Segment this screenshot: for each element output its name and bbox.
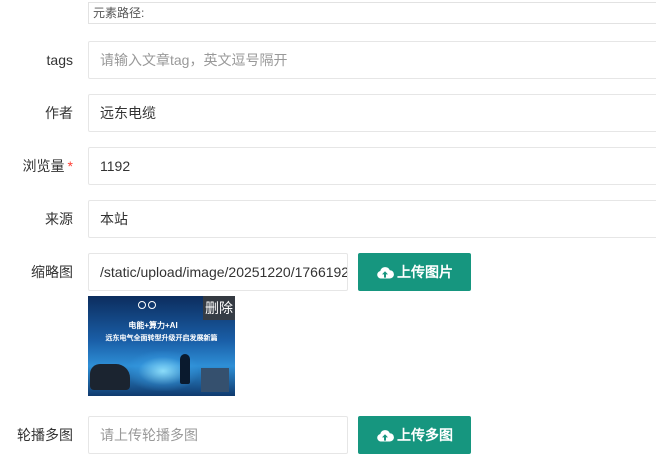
preview-title-2: 远东电气全面转型升级开启发展新篇 (105, 335, 218, 342)
source-input[interactable]: 本站 (88, 200, 656, 238)
tags-placeholder: 请输入文章tag，英文逗号隔开 (100, 52, 288, 68)
cloud-upload-icon (377, 430, 394, 442)
preview-car (90, 364, 130, 390)
tags-input[interactable]: 请输入文章tag，英文逗号隔开 (88, 41, 656, 79)
upload-multiple-button[interactable]: 上传多图 (358, 416, 471, 454)
views-input[interactable]: 1192 (88, 147, 656, 185)
upload-image-label: 上传图片 (397, 264, 453, 280)
preview-title-1: 电能+算力+AI (128, 321, 178, 330)
upload-image-button[interactable]: 上传图片 (358, 253, 471, 291)
tags-label: tags (46, 52, 73, 68)
delete-thumbnail-button[interactable]: 删除 (203, 296, 235, 320)
views-label: 浏览量 * (0, 147, 73, 185)
views-label-text: 浏览量 (22, 158, 65, 174)
source-label: 来源 (45, 211, 73, 227)
carousel-label: 轮播多图 (17, 427, 73, 443)
preview-figure (180, 354, 190, 384)
preview-building (201, 368, 229, 392)
carousel-placeholder: 请上传轮播多图 (100, 427, 198, 443)
preview-logos (138, 301, 158, 309)
element-path-bar: 元素路径: (88, 2, 656, 24)
carousel-input[interactable]: 请上传轮播多图 (88, 416, 348, 454)
cloud-upload-icon (377, 267, 394, 279)
source-value: 本站 (100, 211, 128, 227)
thumbnail-label: 缩略图 (31, 264, 73, 280)
thumbnail-path-value: /static/upload/image/20251220/1766192 (100, 264, 348, 280)
author-label: 作者 (45, 105, 73, 121)
author-value: 远东电缆 (100, 105, 156, 121)
thumbnail-path-input[interactable]: /static/upload/image/20251220/1766192 (88, 253, 348, 291)
views-value: 1192 (100, 158, 131, 174)
author-input[interactable]: 远东电缆 (88, 94, 656, 132)
upload-multiple-label: 上传多图 (397, 427, 453, 443)
required-mark: * (67, 158, 73, 174)
element-path-label: 元素路径: (93, 6, 145, 20)
